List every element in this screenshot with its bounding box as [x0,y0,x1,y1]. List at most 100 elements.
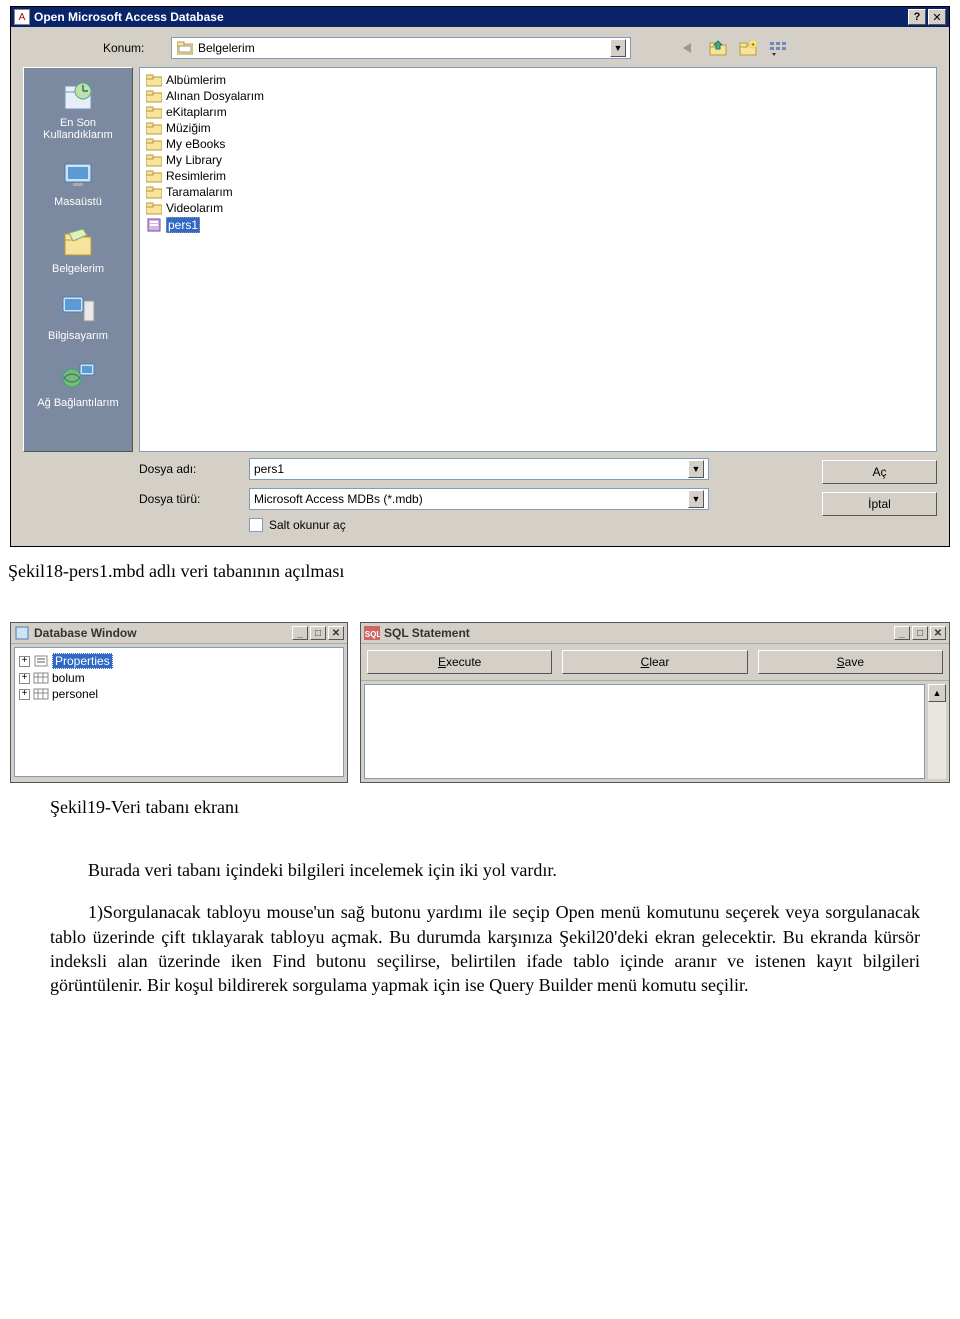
maximize-button[interactable]: □ [912,626,928,640]
sql-window-title: SQL Statement [384,626,470,640]
place-label: Belgelerim [24,263,132,275]
chevron-down-icon: ▼ [688,460,704,478]
body-paragraph-1: Burada veri tabanı içindeki bilgileri in… [50,858,920,882]
save-button[interactable]: Save [758,650,943,674]
file-item[interactable]: pers1 [144,216,932,234]
file-name: Albümlerim [166,73,226,87]
open-button[interactable]: Aç [822,460,937,484]
location-value: Belgelerim [198,41,255,55]
back-button[interactable] [677,37,699,59]
clear-button[interactable]: Clear [562,650,747,674]
file-name: Alınan Dosyalarım [166,89,264,103]
location-label: Konum: [103,41,163,55]
execute-button[interactable]: Execute [367,650,552,674]
place-label: Ağ Bağlantılarım [24,397,132,409]
properties-icon [33,654,49,668]
tree-item[interactable]: + Properties [19,652,339,670]
documents-icon [60,224,96,260]
tree-item[interactable]: + bolum [19,670,339,686]
dialog-title: Open Microsoft Access Database [34,10,906,24]
vertical-scrollbar[interactable]: ▲ [928,684,946,779]
tree-item[interactable]: + personel [19,686,339,702]
file-list[interactable]: Albümlerim Alınan Dosyalarım eKitaplarım Mü… [139,67,937,452]
minimize-button[interactable]: _ [292,626,308,640]
expand-icon[interactable]: + [19,656,30,667]
cancel-button[interactable]: İptal [822,492,937,516]
folder-icon [146,137,162,151]
location-dropdown[interactable]: Belgelerim ▼ [171,37,631,59]
file-name: Taramalarım [166,185,233,199]
place-label: Masaüstü [24,196,132,208]
place-recent[interactable]: En Son Kullandıklarım [24,74,132,149]
desktop-icon [60,157,96,193]
svg-text:✦: ✦ [750,41,756,49]
chevron-down-icon: ▼ [610,39,626,57]
close-button[interactable]: ✕ [328,626,344,640]
open-database-dialog: A Open Microsoft Access Database ? ✕ Kon… [10,6,950,547]
file-item[interactable]: Taramalarım [144,184,932,200]
readonly-checkbox[interactable] [249,518,263,532]
place-network[interactable]: Ağ Bağlantılarım [24,354,132,417]
view-menu-button[interactable] [767,37,789,59]
help-button[interactable]: ? [908,9,926,25]
file-item[interactable]: Alınan Dosyalarım [144,88,932,104]
computer-icon [60,291,96,327]
folder-icon [146,201,162,215]
file-item[interactable]: Müziğim [144,120,932,136]
filename-input[interactable]: pers1 ▼ [249,458,709,480]
file-item[interactable]: My Library [144,152,932,168]
folder-icon [146,153,162,167]
folder-icon [146,73,162,87]
minimize-button[interactable]: _ [894,626,910,640]
figure-caption-18: Şekil18-pers1.mbd adlı veri tabanının aç… [8,561,960,582]
db-tree[interactable]: + Properties + bolum + personel [14,647,344,777]
scroll-up-icon[interactable]: ▲ [928,684,946,702]
filetype-value: Microsoft Access MDBs (*.mdb) [254,492,423,506]
new-folder-button[interactable]: ✦ [737,37,759,59]
sql-statement-window: SQL SQL Statement _ □ ✕ Execute Clear Sa… [360,622,950,783]
place-desktop[interactable]: Masaüstü [24,153,132,216]
file-name: My eBooks [166,137,225,151]
up-one-level-button[interactable] [707,37,729,59]
network-icon [60,358,96,394]
app-icon: A [14,9,30,25]
place-label: En Son Kullandıklarım [24,117,132,141]
file-item[interactable]: My eBooks [144,136,932,152]
folder-icon [146,169,162,183]
file-item[interactable]: Videolarım [144,200,932,216]
file-name: eKitaplarım [166,105,227,119]
body-paragraph-2: 1)Sorgulanacak tabloyu mouse'un sağ buto… [50,900,920,997]
file-item[interactable]: eKitaplarım [144,104,932,120]
tree-label: Properties [52,653,113,669]
file-item[interactable]: Albümlerim [144,72,932,88]
tree-label: bolum [52,671,85,685]
recent-icon [60,78,96,114]
folder-icon [146,89,162,103]
close-button[interactable]: ✕ [930,626,946,640]
places-bar: En Son Kullandıklarım Masaüstü Belgeleri… [23,67,133,452]
maximize-button[interactable]: □ [310,626,326,640]
sql-textarea[interactable] [364,684,925,779]
file-name: Videolarım [166,201,223,215]
folder-icon [146,105,162,119]
file-name: Resimlerim [166,169,226,183]
tree-label: personel [52,687,98,701]
db-window-icon [14,625,30,641]
table-icon [33,671,49,685]
filetype-dropdown[interactable]: Microsoft Access MDBs (*.mdb) ▼ [249,488,709,510]
file-name: Müziğim [166,121,211,135]
place-documents[interactable]: Belgelerim [24,220,132,283]
place-computer[interactable]: Bilgisayarım [24,287,132,350]
close-button[interactable]: ✕ [928,9,946,25]
mdb-file-icon [146,218,162,232]
expand-icon[interactable]: + [19,673,30,684]
folder-icon [176,40,194,56]
filename-value: pers1 [254,462,284,476]
folder-icon [146,185,162,199]
database-window: Database Window _ □ ✕ +Properties+bolum+… [10,622,348,783]
figure-caption-19: Şekil19-Veri tabanı ekranı [50,797,960,818]
folder-icon [146,121,162,135]
file-item[interactable]: Resimlerim [144,168,932,184]
db-window-title: Database Window [34,626,137,640]
expand-icon[interactable]: + [19,689,30,700]
